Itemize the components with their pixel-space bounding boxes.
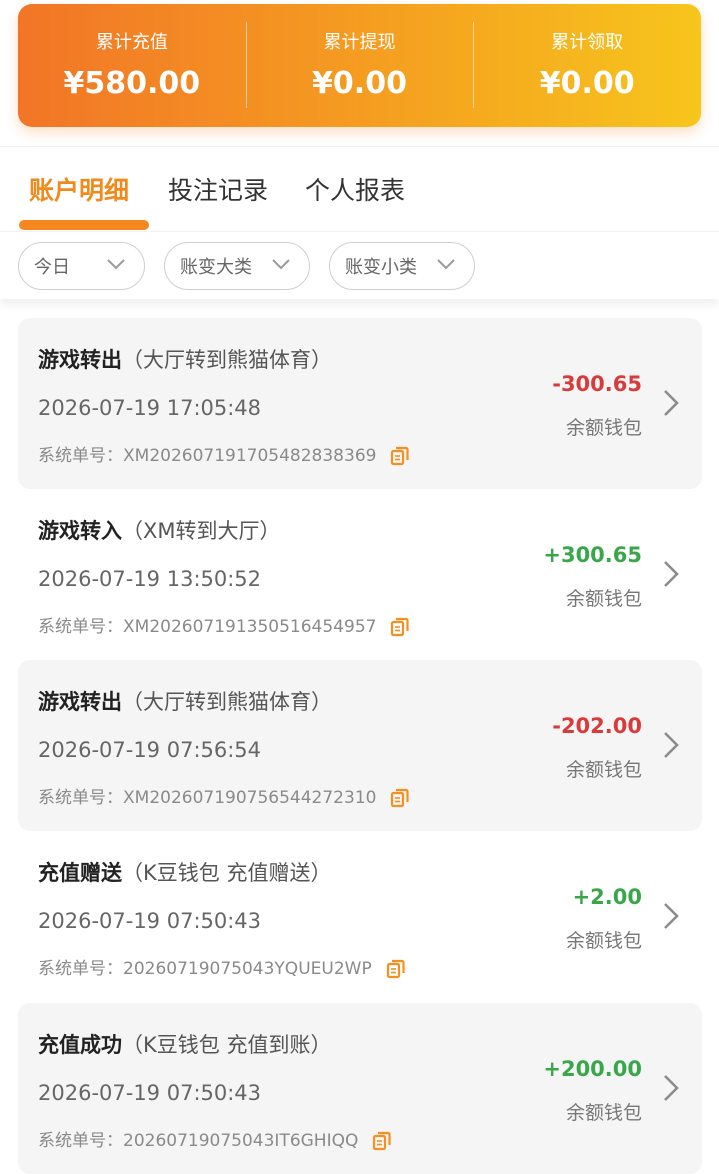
filter-bar: 今日 账变大类 账变小类 (0, 231, 719, 299)
order-label: 系统单号： (38, 959, 123, 979)
record-item[interactable]: 游戏转出（大厅转到熊猫体育） 2026-07-19 17:05:48 系统单号：… (18, 318, 702, 489)
record-title: 充值成功（K豆钱包 充值到账） (38, 1029, 331, 1059)
record-amount: +300.65 (543, 543, 642, 567)
order-label: 系统单号： (38, 1131, 123, 1151)
tab-personal-report[interactable]: 个人报表 (305, 171, 405, 207)
order-label: 系统单号： (38, 788, 123, 808)
record-subtitle: （K豆钱包 充值赠送） (122, 861, 332, 885)
tab-account-details[interactable]: 账户明细 (29, 171, 129, 207)
stat-total-claimed: 累计领取 ¥0.00 (473, 4, 701, 127)
record-subtitle: （K豆钱包 充值到账） (122, 1033, 332, 1057)
record-item[interactable]: 充值成功（K豆钱包 充值到账） 2026-07-19 07:50:43 系统单号… (18, 1003, 702, 1174)
copy-icon[interactable] (390, 788, 410, 808)
record-wallet: 余额钱包 (565, 588, 642, 610)
record-subtitle: （大厅转到熊猫体育） (122, 348, 332, 372)
record-type: 游戏转出 (38, 348, 122, 372)
record-title: 游戏转入（XM转到大厅） (38, 515, 281, 545)
tab-bar: 账户明细 投注记录 个人报表 (0, 147, 719, 231)
record-order: 系统单号：XM202607191705482838369 (38, 441, 410, 466)
record-order: 系统单号：XM202607190756544272310 (38, 783, 410, 808)
chevron-right-icon[interactable] (662, 559, 680, 589)
order-number: XM202607191705482838369 (123, 446, 377, 466)
record-type: 游戏转出 (38, 690, 122, 714)
copy-icon[interactable] (372, 1131, 392, 1151)
copy-icon[interactable] (386, 959, 406, 979)
stat-label: 累计提现 (323, 32, 396, 53)
filter-category-dropdown[interactable]: 账变大类 (164, 242, 310, 290)
stat-total-withdraw: 累计提现 ¥0.00 (245, 4, 474, 127)
order-number: XM202607190756544272310 (123, 788, 377, 808)
stat-value: ¥580.00 (63, 66, 201, 101)
summary-banner: 累计充值 ¥580.00 累计提现 ¥0.00 累计领取 ¥0.00 (18, 4, 701, 127)
record-amount: -202.00 (552, 714, 642, 738)
chevron-right-icon[interactable] (662, 1073, 680, 1103)
chevron-down-icon (437, 259, 455, 270)
stat-label: 累计充值 (95, 32, 168, 53)
record-wallet: 余额钱包 (565, 930, 642, 952)
record-wallet: 余额钱包 (565, 759, 642, 781)
record-order: 系统单号：XM202607191350516454957 (38, 612, 410, 637)
record-subtitle: （大厅转到熊猫体育） (122, 690, 332, 714)
record-amount: +200.00 (543, 1057, 642, 1081)
record-type: 充值成功 (38, 1033, 122, 1057)
record-time: 2026-07-19 07:56:54 (38, 738, 262, 762)
filter-subcategory-dropdown[interactable]: 账变小类 (329, 242, 475, 290)
chevron-right-icon[interactable] (662, 730, 680, 760)
chevron-right-icon[interactable] (662, 901, 680, 931)
order-number: 20260719075043IT6GHIQQ (123, 1131, 359, 1151)
chevron-right-icon[interactable] (662, 388, 680, 418)
record-title: 游戏转出（大厅转到熊猫体育） (38, 686, 332, 716)
record-wallet: 余额钱包 (565, 417, 642, 439)
stat-value: ¥0.00 (539, 66, 635, 101)
record-time: 2026-07-19 07:50:43 (38, 909, 262, 933)
chevron-down-icon (272, 259, 290, 270)
order-label: 系统单号： (38, 617, 123, 637)
filter-label: 账变大类 (180, 257, 252, 278)
order-label: 系统单号： (38, 446, 123, 466)
filter-label: 账变小类 (345, 257, 417, 278)
order-number: 20260719075043YQUEU2WP (123, 959, 372, 979)
record-order: 系统单号：20260719075043YQUEU2WP (38, 954, 406, 979)
record-order: 系统单号：20260719075043IT6GHIQQ (38, 1126, 392, 1151)
record-subtitle: （XM转到大厅） (122, 519, 281, 543)
filter-label: 今日 (34, 257, 70, 278)
stat-total-recharge: 累计充值 ¥580.00 (18, 4, 246, 127)
filter-date-dropdown[interactable]: 今日 (18, 242, 145, 290)
record-amount: +2.00 (572, 885, 642, 909)
record-time: 2026-07-19 13:50:52 (38, 567, 262, 591)
record-amount: -300.65 (552, 372, 642, 396)
chevron-down-icon (107, 259, 125, 270)
stat-value: ¥0.00 (312, 66, 407, 101)
record-title: 充值赠送（K豆钱包 充值赠送） (38, 857, 331, 887)
stat-label: 累计领取 (551, 32, 624, 53)
record-item[interactable]: 游戏转出（大厅转到熊猫体育） 2026-07-19 07:56:54 系统单号：… (18, 660, 702, 831)
record-time: 2026-07-19 07:50:43 (38, 1081, 262, 1105)
copy-icon[interactable] (390, 617, 410, 637)
order-number: XM202607191350516454957 (123, 617, 377, 637)
record-type: 充值赠送 (38, 861, 122, 885)
record-time: 2026-07-19 17:05:48 (38, 396, 262, 420)
record-type: 游戏转入 (38, 519, 122, 543)
record-item[interactable]: 充值赠送（K豆钱包 充值赠送） 2026-07-19 07:50:43 系统单号… (18, 831, 702, 1002)
tab-active-indicator (19, 220, 149, 230)
record-item[interactable]: 游戏转入（XM转到大厅） 2026-07-19 13:50:52 系统单号：XM… (18, 489, 702, 660)
record-wallet: 余额钱包 (565, 1102, 642, 1124)
copy-icon[interactable] (390, 446, 410, 466)
tab-bet-records[interactable]: 投注记录 (168, 171, 268, 207)
record-title: 游戏转出（大厅转到熊猫体育） (38, 344, 332, 374)
